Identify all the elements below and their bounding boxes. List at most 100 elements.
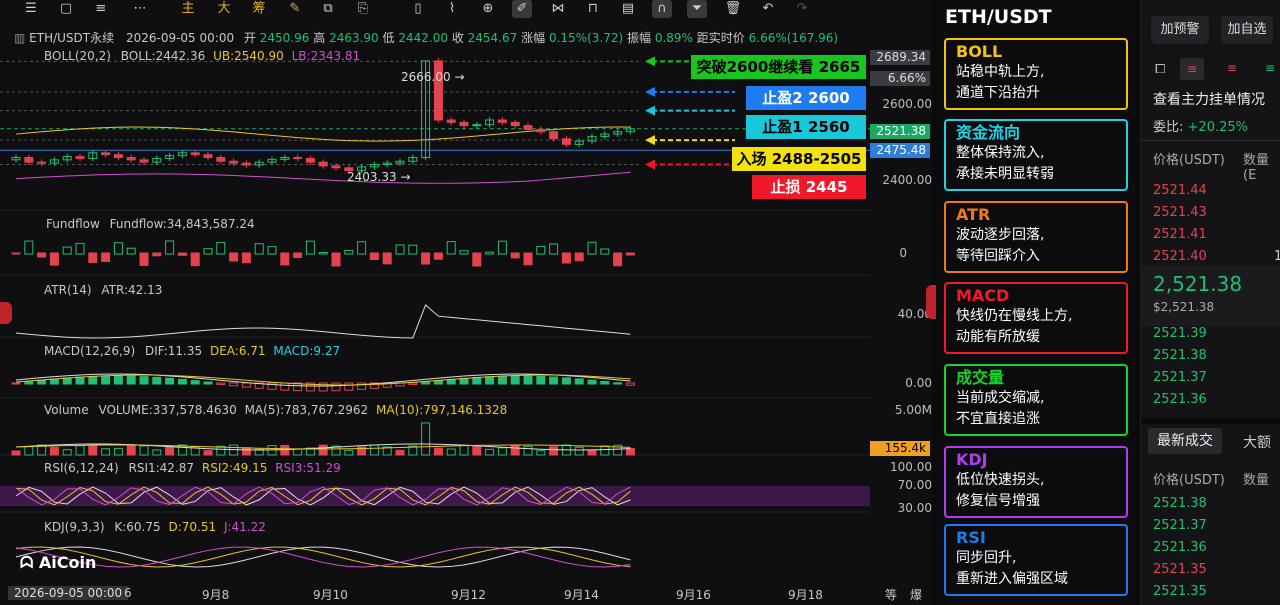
fundflow-bar [216, 241, 226, 255]
filter-icon[interactable]: ⏷ [687, 0, 707, 18]
bid-row[interactable]: 2521.37 [1153, 370, 1207, 385]
menu-icon[interactable]: ☰ [21, 0, 41, 18]
liquidation-button[interactable]: 爆 [910, 586, 922, 603]
sliders-icon[interactable]: ≡ [91, 0, 111, 18]
axis-rsi30: 30.00 [897, 501, 932, 515]
volume-bar [203, 450, 213, 456]
macd-bar [280, 382, 290, 391]
axis-top-pct: 6.66% [870, 71, 930, 86]
magnet-icon[interactable]: ∩ [652, 0, 672, 18]
time-label-5: 9月16 [676, 588, 711, 602]
fundflow-bar [587, 241, 597, 255]
bid-row[interactable]: 2521.36 [1153, 392, 1207, 407]
time-setting-button[interactable]: 等 [885, 586, 897, 603]
ask-row[interactable]: 2521.44 [1153, 183, 1207, 198]
fundflow-bar [523, 252, 533, 266]
target-arrow-head [645, 105, 655, 116]
ask-row[interactable]: 2521.41 [1153, 227, 1207, 242]
big-button[interactable]: 大 [214, 0, 234, 18]
side-handle-left[interactable] [0, 302, 12, 324]
fundflow-bar [485, 251, 495, 255]
ask-row[interactable]: 2521.43 [1153, 205, 1207, 220]
trash-icon[interactable]: 🗑 [723, 0, 743, 18]
fundflow-bar [165, 240, 175, 255]
ask-row[interactable]: 2521.40 [1153, 249, 1207, 264]
fundflow-bar [600, 248, 610, 255]
fundflow-legend[interactable]: Fundflow Fundflow:34,843,587.24 [46, 217, 255, 231]
ruler-icon[interactable]: ⌇ [442, 0, 462, 18]
chart-area[interactable]: ☰ ▢ ≡ ⋯ 主 大 筹 ✎ ⧉ ⎘ ▯ ⌇ ⊕ ✐ ⋈ ⊓ ▤ ∩ ⏷ 🗑 … [0, 0, 936, 605]
rsi2-value: RSI2:49.15 [201, 461, 268, 475]
volume-legend[interactable]: Volume VOLUME:337,578.4630 MA(5):783,767… [44, 403, 507, 417]
layout-icon[interactable]: ⧠ [1155, 62, 1165, 77]
time-axis[interactable]: 2026-09-05 00:00 6 9月8 9月10 9月12 9月14 9月… [0, 586, 932, 605]
macd-bar [75, 376, 85, 385]
rsi-legend[interactable]: RSI(6,12,24) RSI1:42.87 RSI2:49.15 RSI3:… [44, 461, 341, 475]
candle-body [229, 160, 239, 164]
amplitude-label: 振幅 [626, 31, 651, 45]
volume-ma5: MA(5):783,767.2962 [244, 403, 369, 417]
bid-row[interactable]: 2521.38 [1153, 348, 1207, 363]
fundflow-bar [305, 240, 315, 255]
candle-icon: ▥ [14, 31, 26, 45]
square-icon[interactable]: ▢ [56, 0, 76, 18]
aicoin-logo: ᗣ AiCoin [20, 553, 97, 572]
axis-ff0: 0 [899, 246, 907, 260]
kdj-legend[interactable]: KDJ(9,3,3) K:60.75 D:70.51 J:41.22 [44, 520, 266, 534]
book-buy-icon[interactable]: ≡ [1265, 61, 1275, 75]
pen-icon[interactable]: ✐ [512, 0, 532, 18]
macd-bar [139, 376, 149, 385]
macd-bar [88, 375, 98, 385]
zoom-icon[interactable]: ⊕ [478, 0, 498, 18]
boll-name: BOLL(20,2) [44, 49, 111, 63]
side-handle-right[interactable] [926, 285, 936, 319]
volume-bar [497, 447, 507, 456]
ohlc-header: ▥ ETH/USDT永续 2026-09-05 00:00 开 2450.96 … [14, 29, 838, 46]
candle-body [318, 161, 328, 167]
main-button[interactable]: 主 [178, 0, 198, 18]
candle-body [446, 119, 456, 123]
tab-latest-trades[interactable]: 最新成交 [1148, 428, 1222, 454]
more-dots-icon[interactable]: ⋯ [130, 0, 150, 18]
macd-bar [203, 381, 213, 385]
main-orders-link[interactable]: 查看主力挂单情况 [1153, 89, 1265, 109]
atr-legend[interactable]: ATR(14) ATR:42.13 [44, 283, 162, 297]
tab-big-trades[interactable]: 大额 [1243, 432, 1271, 452]
chip-button[interactable]: 筹 [249, 0, 269, 18]
copy-icon[interactable]: ⧉ [318, 0, 338, 18]
volume-tag: 155.4k [870, 441, 930, 456]
fundflow-bar [126, 247, 136, 255]
volume-bar [165, 446, 175, 456]
add-alert-button[interactable]: 加预警 [1151, 16, 1209, 44]
fundflow-bar [49, 252, 59, 266]
macd-legend[interactable]: MACD(12,26,9) DIF:11.35 DEA:6.71 MACD:9.… [44, 344, 340, 358]
fundflow-bar [280, 252, 290, 266]
add-favorite-button[interactable]: 加自选 [1221, 16, 1273, 44]
axis-2600: 2600.00 [882, 97, 932, 111]
book-icon[interactable]: ▯ [408, 0, 428, 18]
fundflow-bar [549, 243, 559, 255]
lock-icon[interactable]: ⊓ [583, 0, 603, 18]
macd-bar [421, 381, 431, 385]
panel-title: ETH/USDT [945, 6, 1052, 28]
boll-legend[interactable]: BOLL(20,2) BOLL:2442.36 UB:2540.90 LB:23… [44, 49, 360, 63]
undo-icon[interactable]: ↶ [758, 0, 778, 18]
volume-bar [101, 448, 111, 456]
redo-icon[interactable]: ↷ [792, 0, 812, 18]
macd-bar [126, 375, 136, 385]
card-boll-line1: 站稳中轨上方, [956, 64, 1045, 80]
price-axis[interactable]: 2689.34 6.66% 2600.00 2521.38 2475.48 24… [870, 20, 932, 605]
bookmark-icon[interactable]: ⎘ [353, 0, 373, 18]
book-both-icon[interactable]: ≡ [1180, 58, 1204, 80]
book-sell-icon[interactable]: ≡ [1227, 61, 1237, 75]
note-icon[interactable]: ▤ [618, 0, 638, 18]
draw-icon[interactable]: ✎ [285, 0, 305, 18]
rsi3-value: RSI3:51.29 [275, 461, 341, 475]
fundflow-bar [472, 252, 482, 267]
time-cursor-label: 2026-09-05 00:00 [8, 586, 129, 600]
bid-row[interactable]: 2521.39 [1153, 326, 1207, 341]
candle-body [241, 162, 251, 166]
symmetry-icon[interactable]: ⋈ [548, 0, 568, 18]
candle-body [510, 121, 520, 127]
macd-bar [472, 376, 482, 385]
